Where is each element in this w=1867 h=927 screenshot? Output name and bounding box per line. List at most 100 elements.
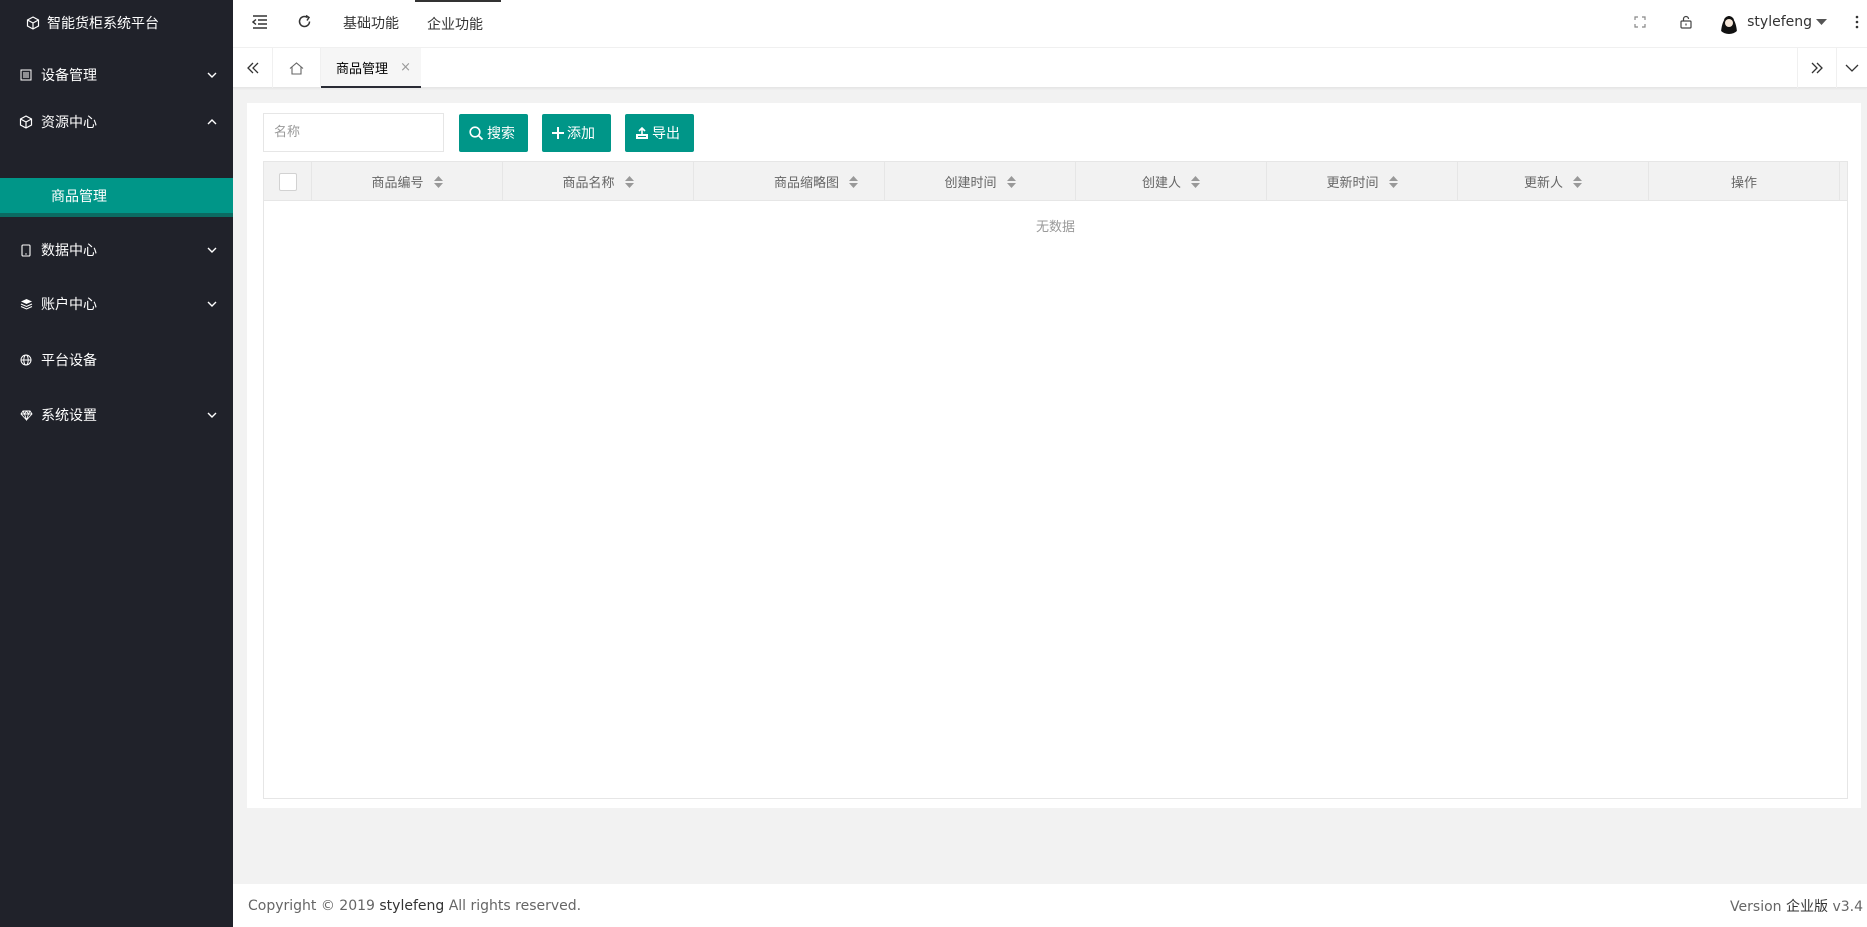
- column-label: 创建人: [1141, 176, 1181, 191]
- add-button[interactable]: 添加: [542, 114, 611, 152]
- search-input[interactable]: [263, 113, 444, 152]
- column-header-updater[interactable]: 更新人: [1458, 162, 1649, 201]
- double-chevron-right-icon: [1810, 62, 1824, 74]
- sort-icon[interactable]: [1006, 175, 1016, 188]
- version-info: Version 企业版 v3.4: [1730, 896, 1863, 916]
- chevron-down-icon: [207, 301, 217, 307]
- product-table: 商品编号 商品名称 商品缩略图 创建时间 创建人 更新时间 更新人 操作 无数据: [263, 161, 1848, 799]
- version-number: v3.4: [1832, 898, 1863, 915]
- copyright-prefix: Copyright © 2019: [248, 897, 375, 914]
- sidebar-item-label: 数据中心: [41, 243, 97, 259]
- column-label: 更新时间: [1326, 176, 1379, 191]
- sidebar-item-system-settings[interactable]: 系统设置: [0, 389, 233, 441]
- sidebar-toggle-icon[interactable]: [252, 15, 268, 29]
- cube-icon: [18, 115, 34, 129]
- chevron-down-icon: [1845, 64, 1859, 72]
- plus-icon: [552, 127, 564, 139]
- column-header-product-no[interactable]: 商品编号: [312, 162, 503, 201]
- column-label: 商品缩略图: [773, 176, 839, 191]
- column-label: 商品名称: [562, 176, 615, 191]
- tablet-icon: [18, 243, 34, 257]
- search-button-label: 搜索: [487, 126, 515, 142]
- tab-enterprise-functions[interactable]: 企业功能: [415, 0, 501, 48]
- diamond-icon: [18, 409, 34, 421]
- column-label: 更新人: [1523, 176, 1563, 191]
- sidebar-item-label: 设备管理: [41, 68, 97, 84]
- tabs-menu-button[interactable]: [1837, 48, 1867, 88]
- sidebar-item-label: 资源中心: [41, 115, 97, 131]
- close-icon[interactable]: ×: [400, 60, 411, 75]
- add-button-label: 添加: [567, 126, 595, 142]
- app-title: 智能货柜系统平台: [47, 15, 159, 32]
- top-header: 基础功能 企业功能 stylefeng: [233, 0, 1867, 48]
- caret-down-icon: [1816, 19, 1827, 25]
- copyright-suffix: All rights reserved.: [448, 897, 582, 914]
- sort-icon[interactable]: [1191, 175, 1200, 188]
- lock-icon[interactable]: [1680, 15, 1692, 29]
- sidebar-item-platform-device[interactable]: 平台设备: [0, 334, 233, 386]
- sidebar-item-label: 平台设备: [41, 353, 97, 369]
- column-header-thumbnail[interactable]: 商品缩略图: [694, 162, 885, 201]
- column-label: 商品编号: [371, 176, 424, 191]
- column-header-created-at[interactable]: 创建时间: [885, 162, 1076, 201]
- select-all-cell: [264, 162, 312, 201]
- table-header: 商品编号 商品名称 商品缩略图 创建时间 创建人 更新时间 更新人 操作: [264, 162, 1847, 201]
- fullscreen-icon[interactable]: [1634, 16, 1646, 28]
- sort-icon[interactable]: [1388, 175, 1398, 188]
- sidebar-item-account-center[interactable]: 账户中心: [0, 278, 233, 330]
- chevron-up-icon: [207, 119, 217, 125]
- empty-state-text: 无数据: [1035, 220, 1075, 235]
- tab-basic-functions[interactable]: 基础功能: [343, 0, 399, 48]
- chevron-down-icon: [207, 247, 217, 253]
- tab-label: 商品管理: [336, 61, 389, 77]
- tabs-scroll-right-button[interactable]: [1797, 48, 1837, 88]
- user-menu[interactable]: stylefeng: [1717, 10, 1827, 34]
- sidebar-item-resource-center[interactable]: 资源中心: [0, 96, 233, 148]
- tabs-scroll-left-button[interactable]: [233, 48, 273, 88]
- page-tabs-bar: 商品管理 ×: [233, 48, 1867, 88]
- search-icon: [469, 125, 484, 141]
- sidebar-item-label: 系统设置: [41, 408, 97, 424]
- sort-icon[interactable]: [1573, 175, 1582, 188]
- version-prefix: Version: [1730, 898, 1782, 915]
- more-vertical-icon[interactable]: [1855, 15, 1859, 29]
- username: stylefeng: [1747, 14, 1812, 30]
- column-header-product-name[interactable]: 商品名称: [503, 162, 694, 201]
- export-icon: [635, 126, 649, 140]
- content-card: 搜索 添加 导出 商品编号 商品名称 商品缩略图: [247, 103, 1861, 808]
- version-edition: 企业版: [1785, 898, 1828, 915]
- copyright-owner: stylefeng: [379, 897, 445, 914]
- app-logo[interactable]: 智能货柜系统平台: [0, 0, 233, 45]
- search-button[interactable]: 搜索: [459, 114, 528, 152]
- refresh-icon[interactable]: [297, 14, 312, 29]
- home-tab-button[interactable]: [273, 48, 321, 88]
- export-button-label: 导出: [652, 126, 680, 142]
- sort-icon[interactable]: [849, 175, 858, 188]
- select-all-checkbox[interactable]: [278, 172, 297, 191]
- column-header-creator[interactable]: 创建人: [1076, 162, 1267, 201]
- sidebar-item-data-center[interactable]: 数据中心: [0, 224, 233, 276]
- sort-icon[interactable]: [624, 175, 634, 188]
- column-label: 操作: [1730, 176, 1757, 191]
- sidebar-item-device-management[interactable]: 设备管理: [0, 49, 233, 101]
- cube-icon: [26, 15, 40, 30]
- copyright: Copyright © 2019 stylefeng All rights re…: [248, 898, 581, 914]
- avatar: [1717, 10, 1742, 34]
- sidebar-subitem-label: 商品管理: [51, 188, 107, 205]
- layers-icon: [18, 298, 34, 310]
- chevron-down-icon: [207, 412, 217, 418]
- sort-icon[interactable]: [433, 175, 443, 188]
- globe-icon: [18, 354, 34, 366]
- column-header-updated-at[interactable]: 更新时间: [1267, 162, 1458, 201]
- double-chevron-left-icon: [246, 62, 260, 74]
- list-icon: [18, 69, 34, 81]
- sidebar-subitem-product-management[interactable]: 商品管理: [0, 178, 233, 217]
- tab-product-management[interactable]: 商品管理 ×: [321, 48, 421, 88]
- home-icon: [289, 61, 304, 75]
- footer: Copyright © 2019 stylefeng All rights re…: [233, 884, 1867, 927]
- export-button[interactable]: 导出: [625, 114, 694, 152]
- column-label: 创建时间: [944, 176, 997, 191]
- sidebar: 智能货柜系统平台 设备管理 资源中心 商品管理 数据中心 账户中心 平台设备 系…: [0, 0, 233, 927]
- column-header-actions: 操作: [1649, 162, 1840, 201]
- chevron-down-icon: [207, 72, 217, 78]
